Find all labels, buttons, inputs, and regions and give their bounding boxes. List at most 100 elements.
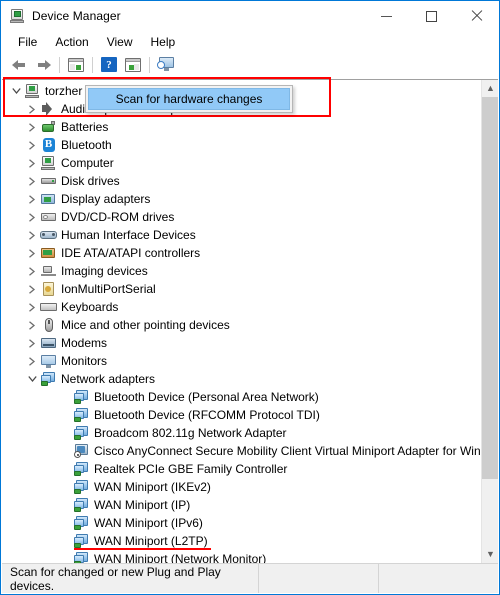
chevron-down-icon[interactable] bbox=[24, 371, 40, 387]
device-tree-item-label: WAN Miniport (Network Monitor) bbox=[94, 552, 267, 563]
show-hide-console-tree-button[interactable] bbox=[64, 54, 88, 76]
status-pane-1 bbox=[258, 564, 378, 593]
device-tree-item-label: Bluetooth Device (Personal Area Network) bbox=[94, 390, 319, 404]
device-tree-item[interactable]: WAN Miniport (L2TP) bbox=[2, 532, 481, 550]
device-tree-item-label: DVD/CD-ROM drives bbox=[61, 210, 175, 224]
network-adapter-icon bbox=[73, 479, 90, 495]
device-manager-icon bbox=[9, 8, 25, 24]
device-tree-category[interactable]: Disk drives bbox=[2, 172, 481, 190]
maximize-button[interactable] bbox=[409, 1, 454, 31]
context-menu[interactable]: Scan for hardware changes bbox=[85, 85, 293, 113]
display-adapter-icon bbox=[40, 191, 57, 207]
scroll-up-button[interactable]: ▲ bbox=[482, 80, 498, 97]
close-button[interactable] bbox=[454, 1, 499, 31]
chevron-right-icon[interactable] bbox=[24, 101, 40, 117]
device-tree-item-label: Imaging devices bbox=[61, 264, 148, 278]
network-adapter-icon bbox=[73, 497, 90, 513]
chevron-right-icon[interactable] bbox=[24, 281, 40, 297]
device-tree-category[interactable]: DVD/CD-ROM drives bbox=[2, 208, 481, 226]
properties-button[interactable] bbox=[121, 54, 145, 76]
device-tree-category[interactable]: Batteries bbox=[2, 118, 481, 136]
device-tree-item-label: IonMultiPortSerial bbox=[61, 282, 156, 296]
chevron-right-icon[interactable] bbox=[24, 209, 40, 225]
device-tree-category[interactable]: B Bluetooth bbox=[2, 136, 481, 154]
scrollbar-thumb[interactable] bbox=[482, 97, 498, 479]
context-menu-item-scan-for-hardware-changes[interactable]: Scan for hardware changes bbox=[88, 88, 290, 110]
properties-icon bbox=[125, 57, 141, 72]
device-tree-item-label: Batteries bbox=[61, 120, 109, 134]
device-tree-item-label: WAN Miniport (L2TP) bbox=[74, 534, 211, 550]
vertical-scrollbar[interactable]: ▲ ▼ bbox=[481, 80, 498, 563]
device-tree-category[interactable]: Monitors bbox=[2, 352, 481, 370]
menu-action[interactable]: Action bbox=[46, 33, 97, 51]
scan-for-hardware-changes-button[interactable] bbox=[154, 54, 178, 76]
forward-button[interactable] bbox=[31, 54, 55, 76]
device-tree-item[interactable]: Bluetooth Device (RFCOMM Protocol TDI) bbox=[2, 406, 481, 424]
menu-file[interactable]: File bbox=[9, 33, 46, 51]
toolbar: ? bbox=[1, 52, 499, 78]
mouse-icon bbox=[40, 317, 57, 333]
window-controls bbox=[364, 1, 499, 31]
device-tree-category[interactable]: Display adapters bbox=[2, 190, 481, 208]
menu-view[interactable]: View bbox=[98, 33, 142, 51]
device-tree-item-label: Bluetooth Device (RFCOMM Protocol TDI) bbox=[94, 408, 320, 422]
device-tree-item[interactable]: WAN Miniport (IKEv2) bbox=[2, 478, 481, 496]
device-tree-category[interactable]: Human Interface Devices bbox=[2, 226, 481, 244]
device-tree-category[interactable]: Network adapters bbox=[2, 370, 481, 388]
chevron-right-icon[interactable] bbox=[24, 299, 40, 315]
device-tree-category[interactable]: Mice and other pointing devices bbox=[2, 316, 481, 334]
device-tree-item-label: Broadcom 802.11g Network Adapter bbox=[94, 426, 287, 440]
device-tree-item-label: Monitors bbox=[61, 354, 108, 368]
toolbar-separator bbox=[59, 56, 60, 73]
network-adapter-icon bbox=[73, 551, 90, 563]
chevron-right-icon[interactable] bbox=[24, 335, 40, 351]
device-tree-category[interactable]: Keyboards bbox=[2, 298, 481, 316]
device-tree-item[interactable]: Realtek PCIe GBE Family Controller bbox=[2, 460, 481, 478]
device-manager-window: Device Manager File Action View Help ? t… bbox=[0, 0, 500, 595]
menu-help[interactable]: Help bbox=[142, 33, 185, 51]
chevron-right-icon[interactable] bbox=[24, 263, 40, 279]
hid-icon bbox=[40, 227, 57, 243]
scroll-down-button[interactable]: ▼ bbox=[482, 546, 498, 563]
bluetooth-icon: B bbox=[40, 137, 57, 153]
minimize-button[interactable] bbox=[364, 1, 409, 31]
chevron-down-icon: ▼ bbox=[486, 549, 495, 559]
chevron-up-icon: ▲ bbox=[486, 83, 495, 93]
device-tree-category[interactable]: Modems bbox=[2, 334, 481, 352]
network-adapter-icon bbox=[73, 461, 90, 477]
chevron-right-icon[interactable] bbox=[24, 227, 40, 243]
device-tree-item[interactable]: Broadcom 802.11g Network Adapter bbox=[2, 424, 481, 442]
battery-icon bbox=[40, 119, 57, 135]
device-tree-category[interactable]: Computer bbox=[2, 154, 481, 172]
chevron-right-icon[interactable] bbox=[24, 155, 40, 171]
help-button[interactable]: ? bbox=[97, 54, 121, 76]
device-tree-item[interactable]: Bluetooth Device (Personal Area Network) bbox=[2, 388, 481, 406]
modem-icon bbox=[40, 335, 57, 351]
chevron-right-icon[interactable] bbox=[24, 317, 40, 333]
chevron-right-icon[interactable] bbox=[24, 173, 40, 189]
chevron-right-icon[interactable] bbox=[24, 245, 40, 261]
device-tree[interactable]: torzherAudio inputs and outputsBatteries… bbox=[2, 80, 481, 563]
ide-controller-icon bbox=[40, 245, 57, 261]
chevron-right-icon[interactable] bbox=[24, 137, 40, 153]
window-title: Device Manager bbox=[32, 9, 121, 23]
device-tree-item[interactable]: WAN Miniport (IPv6) bbox=[2, 514, 481, 532]
chevron-right-icon[interactable] bbox=[24, 191, 40, 207]
toolbar-separator bbox=[149, 56, 150, 73]
device-tree-category[interactable]: Imaging devices bbox=[2, 262, 481, 280]
status-bar: Scan for changed or new Plug and Play de… bbox=[2, 563, 498, 593]
back-button[interactable] bbox=[7, 54, 31, 76]
device-tree-category[interactable]: IonMultiPortSerial bbox=[2, 280, 481, 298]
help-icon: ? bbox=[101, 57, 117, 72]
chevron-right-icon[interactable] bbox=[24, 353, 40, 369]
device-tree-item[interactable]: Cisco AnyConnect Secure Mobility Client … bbox=[2, 442, 481, 460]
chevron-down-icon[interactable] bbox=[8, 83, 24, 99]
device-tree-item-label: Bluetooth bbox=[61, 138, 112, 152]
chevron-right-icon[interactable] bbox=[24, 119, 40, 135]
device-tree-item-label: torzher bbox=[45, 84, 83, 98]
device-tree-category[interactable]: IDE ATA/ATAPI controllers bbox=[2, 244, 481, 262]
device-tree-item[interactable]: WAN Miniport (IP) bbox=[2, 496, 481, 514]
serial-port-icon bbox=[40, 281, 57, 297]
device-tree-item[interactable]: WAN Miniport (Network Monitor) bbox=[2, 550, 481, 563]
device-tree-item-label: WAN Miniport (IKEv2) bbox=[94, 480, 211, 494]
